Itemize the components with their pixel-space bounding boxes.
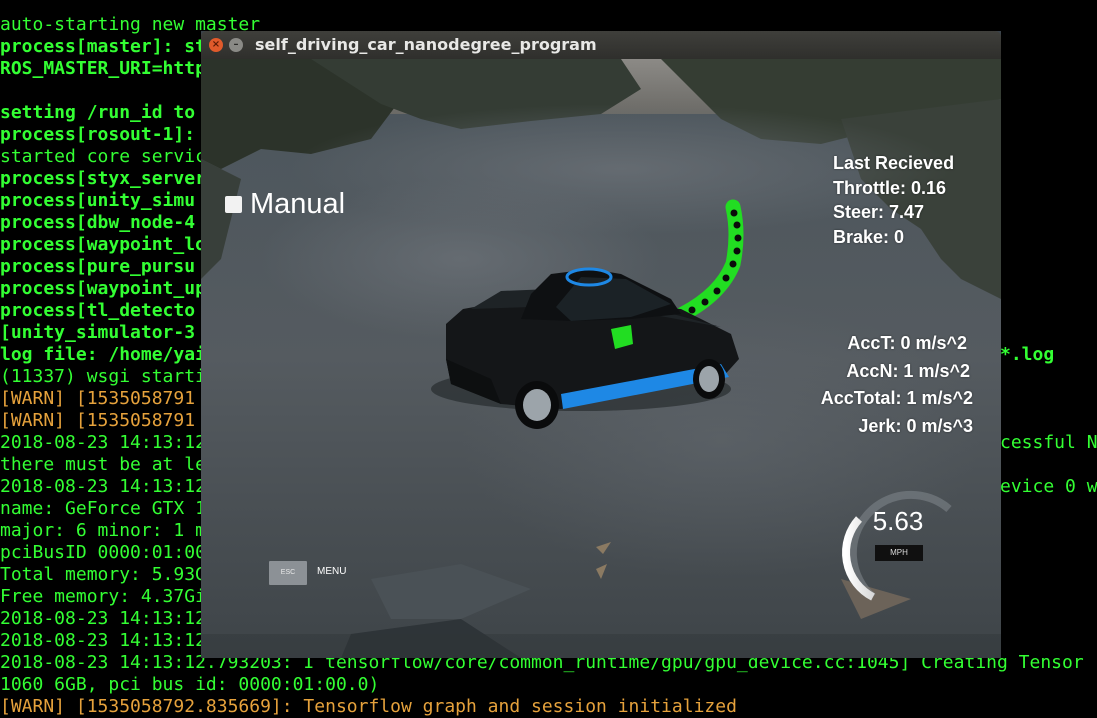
terminal-line: process[pure_pursu bbox=[0, 256, 196, 277]
terminal-line: [WARN] [1535058792.835669]: Tensorflow g… bbox=[0, 696, 737, 717]
terminal-line-fragment: *.log bbox=[1000, 344, 1055, 365]
terminal-line: process[waypoint_up bbox=[0, 278, 206, 299]
terminal-line: 2018-08-23 14:13:12 bbox=[0, 608, 206, 629]
close-icon[interactable]: × bbox=[209, 38, 223, 52]
manual-label: Manual bbox=[250, 187, 346, 220]
speed-value: 5.63 bbox=[872, 506, 924, 536]
terminal-line: pciBusID 0000:01:00 bbox=[0, 542, 206, 563]
terminal-line: setting /run_id to bbox=[0, 102, 196, 123]
terminal-line-fragment: cessful N bbox=[1000, 432, 1097, 453]
acctotal-readout: AccTotal: 1 m/s^2 bbox=[820, 388, 973, 408]
simulator-viewport[interactable]: Manual Last Recieved Throttle: 0.16 Stee… bbox=[201, 59, 1001, 658]
terminal-line: log file: /home/yai bbox=[0, 344, 206, 365]
minimize-icon[interactable]: – bbox=[229, 38, 243, 52]
brake-readout: Brake: 0 bbox=[833, 226, 905, 247]
jerk-readout: Jerk: 0 m/s^3 bbox=[858, 415, 973, 436]
steer-readout: Steer: 7.47 bbox=[833, 202, 925, 222]
terminal-line: [unity_simulator-3 bbox=[0, 322, 196, 343]
terminal-line: process[styx_server bbox=[0, 168, 206, 189]
accn-readout: AccN: 1 m/s^2 bbox=[846, 360, 970, 381]
acct-readout: AccT: 0 m/s^2 bbox=[847, 333, 967, 353]
terminal-line: Total memory: 5.93G bbox=[0, 564, 206, 585]
terminal-line: process[tl_detecto bbox=[0, 300, 196, 321]
terminal-line: process[unity_simu bbox=[0, 190, 196, 211]
last-received-panel: Last Recieved Throttle: 0.16 Steer: 7.47… bbox=[833, 151, 954, 249]
terminal-line: 2018-08-23 14:13:12 bbox=[0, 476, 206, 497]
terminal-line: major: 6 minor: 1 m bbox=[0, 520, 206, 541]
terminal-line: 2018-08-23 14:13:12 bbox=[0, 630, 206, 651]
terminal-line: started core servic bbox=[0, 146, 206, 167]
terminal-line: (11337) wsgi starti bbox=[0, 366, 206, 387]
last-received-heading: Last Recieved bbox=[833, 153, 955, 173]
throttle-readout: Throttle: 0.16 bbox=[833, 177, 947, 198]
terminal-line: [WARN] [1535058791 bbox=[0, 388, 196, 409]
terminal-line: name: GeForce GTX 1 bbox=[0, 498, 206, 519]
manual-checkbox[interactable] bbox=[225, 195, 242, 213]
terminal-line: process[rosout-1]: bbox=[0, 124, 196, 145]
terminal-line: Free memory: 4.37Gi bbox=[0, 586, 206, 607]
esc-button[interactable]: ESC bbox=[269, 561, 307, 585]
terminal-line: process[master]: st bbox=[0, 36, 206, 57]
terminal-line: 2018-08-23 14:13:12 bbox=[0, 432, 206, 453]
manual-mode-toggle[interactable]: Manual bbox=[225, 187, 346, 220]
window-titlebar[interactable]: × – self_driving_car_nanodegree_program bbox=[201, 31, 1001, 59]
menu-label[interactable]: MENU bbox=[317, 566, 346, 577]
terminal-line: 1060 6GB, pci bus id: 0000:01:00.0) bbox=[0, 674, 380, 695]
terminal-line: process[waypoint_lo bbox=[0, 234, 206, 255]
terminal-line: [WARN] [1535058791 bbox=[0, 410, 196, 431]
speed-unit: MPH bbox=[875, 545, 923, 561]
terminal-line: there must be at le bbox=[0, 454, 206, 475]
simulator-window[interactable]: × – self_driving_car_nanodegree_program bbox=[201, 31, 1001, 658]
metrics-panel: AccT: 0 m/s^2 AccN: 1 m/s^2 AccTotal: 1 … bbox=[771, 330, 973, 440]
terminal-line: ROS_MASTER_URI=http bbox=[0, 58, 206, 79]
window-title: self_driving_car_nanodegree_program bbox=[255, 35, 597, 54]
terminal-line-fragment: evice 0 w bbox=[1000, 476, 1097, 497]
terminal-line: process[dbw_node-4 bbox=[0, 212, 196, 233]
